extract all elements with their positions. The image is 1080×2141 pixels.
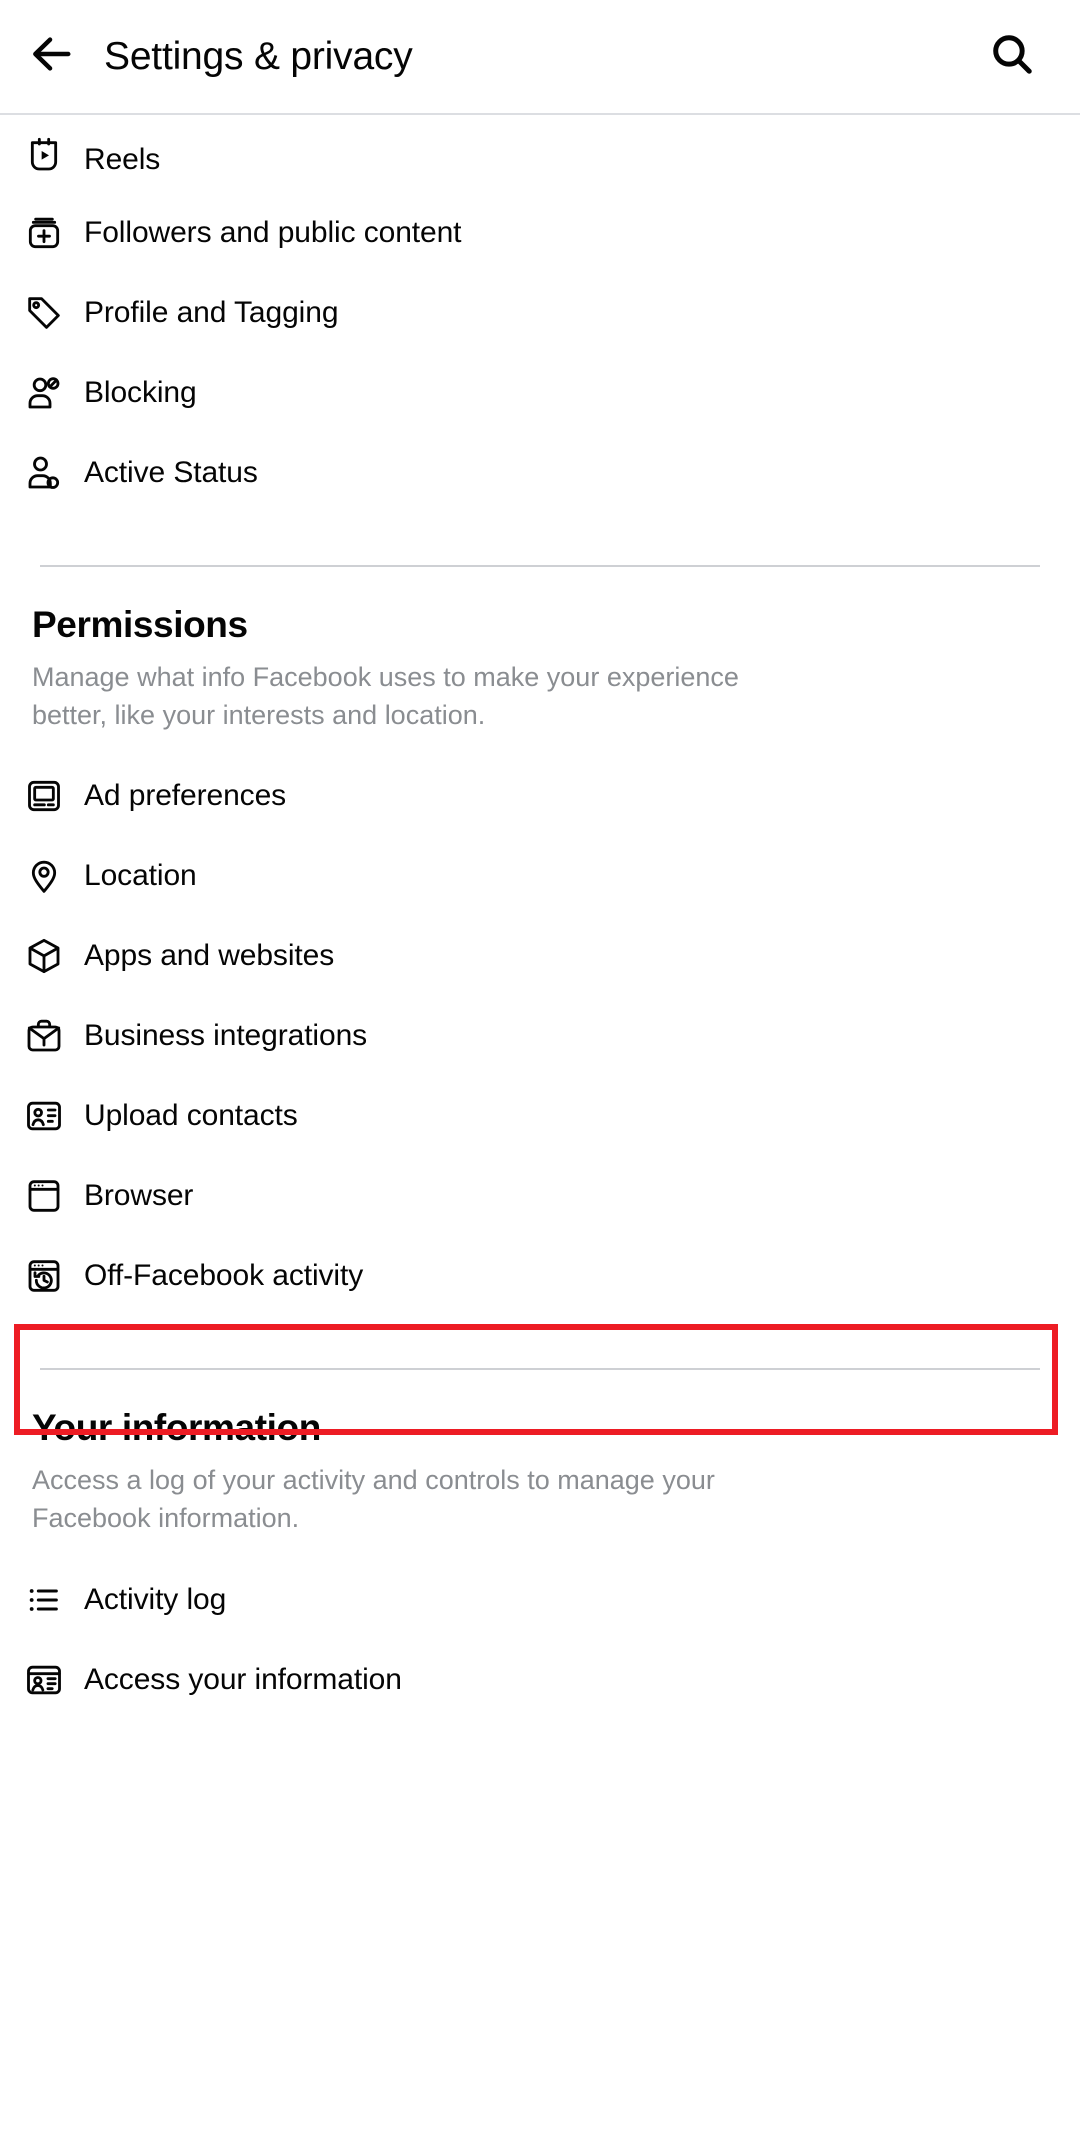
person-block-icon <box>24 371 68 415</box>
list-item-browser[interactable]: Browser <box>0 1156 1080 1236</box>
list-item-label: Apps and websites <box>84 939 335 973</box>
list-item-off-facebook-activity[interactable]: Off-Facebook activity <box>0 1236 1080 1316</box>
list-item-blocking[interactable]: Blocking <box>0 353 1080 433</box>
list-item-followers-and-public-content[interactable]: Followers and public content <box>0 193 1080 273</box>
your-information-section-header: Your information Access a log of your ac… <box>0 1370 1080 1537</box>
list-item-label: Business integrations <box>84 1019 368 1053</box>
page-title: Settings & privacy <box>104 34 413 78</box>
id-card-icon <box>24 1658 68 1702</box>
back-button[interactable] <box>24 29 80 85</box>
search-button[interactable] <box>984 29 1040 85</box>
list-item-label: Activity log <box>84 1582 227 1616</box>
tag-icon <box>24 291 68 335</box>
arrow-left-icon <box>29 31 75 82</box>
list-item-label: Blocking <box>84 376 197 409</box>
monitor-icon <box>24 774 68 818</box>
list-item-label: Reels <box>84 143 161 176</box>
settings-list: Reels Followers and public content Profi… <box>0 115 1080 1720</box>
followers-icon <box>24 211 68 255</box>
person-active-icon <box>24 451 68 495</box>
cube-icon <box>24 934 68 978</box>
location-pin-icon <box>24 854 68 898</box>
list-item-label: Browser <box>84 1179 194 1213</box>
briefcase-icon <box>24 1014 68 1058</box>
section-title: Your information <box>32 1407 321 1449</box>
browser-window-icon <box>24 1174 68 1218</box>
list-item-label: Upload contacts <box>84 1099 298 1133</box>
list-item-ad-preferences[interactable]: Ad preferences <box>0 756 1080 836</box>
list-item-label: Followers and public content <box>84 216 462 249</box>
list-item-label: Location <box>84 859 197 893</box>
list-item-access-your-information[interactable]: Access your information <box>0 1640 1080 1720</box>
contact-card-icon <box>24 1094 68 1138</box>
list-item-label: Profile and Tagging <box>84 296 339 329</box>
list-item-label: Access your information <box>84 1662 402 1696</box>
browser-history-icon <box>24 1254 68 1298</box>
list-item-label: Active Status <box>84 456 258 489</box>
list-item-upload-contacts[interactable]: Upload contacts <box>0 1076 1080 1156</box>
reels-icon <box>24 131 68 175</box>
list-item-profile-and-tagging[interactable]: Profile and Tagging <box>0 273 1080 353</box>
list-item-reels[interactable]: Reels <box>0 115 1080 177</box>
search-icon <box>989 31 1035 82</box>
permissions-section-header: Permissions Manage what info Facebook us… <box>0 567 1080 734</box>
list-item-active-status[interactable]: Active Status <box>0 433 1080 513</box>
list-item-activity-log[interactable]: Activity log <box>0 1560 1080 1640</box>
list-item-apps-and-websites[interactable]: Apps and websites <box>0 916 1080 996</box>
list-item-label: Ad preferences <box>84 779 287 813</box>
list-icon <box>24 1578 68 1622</box>
app-header: Settings & privacy <box>0 0 1080 115</box>
list-item-label: Off-Facebook activity <box>84 1259 364 1293</box>
section-description: Access a log of your activity and contro… <box>32 1465 715 1534</box>
settings-privacy-screen: Settings & privacy Reels Followers and p… <box>0 0 1080 2141</box>
section-description: Manage what info Facebook uses to make y… <box>32 661 739 731</box>
list-item-location[interactable]: Location <box>0 836 1080 916</box>
list-item-business-integrations[interactable]: Business integrations <box>0 996 1080 1076</box>
section-title: Permissions <box>32 604 248 645</box>
